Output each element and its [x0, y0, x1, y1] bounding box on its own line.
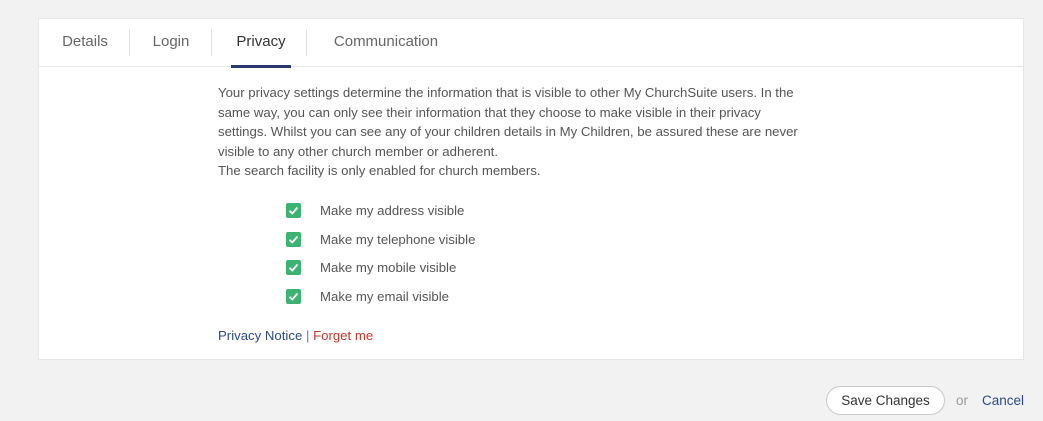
- privacy-description: Your privacy settings determine the info…: [218, 83, 858, 181]
- tab-login[interactable]: Login: [151, 19, 191, 67]
- save-changes-button[interactable]: Save Changes: [826, 386, 945, 415]
- privacy-text-line: same way, you can only see their informa…: [218, 104, 761, 120]
- mobile-visible-option[interactable]: Make my mobile visible: [286, 259, 546, 277]
- privacy-text-line: visible to any other church member or ad…: [218, 143, 499, 159]
- privacy-links: Privacy Notice | Forget me: [218, 327, 373, 345]
- link-separator: |: [305, 328, 310, 343]
- checkbox-checked-icon[interactable]: [286, 260, 301, 275]
- privacy-text-line: settings. Whilst you can see any of your…: [218, 124, 798, 140]
- or-text: or: [956, 393, 969, 408]
- telephone-visible-option[interactable]: Make my telephone visible: [286, 231, 546, 249]
- privacy-text-line: Your privacy settings determine the info…: [218, 85, 794, 100]
- email-visible-option[interactable]: Make my email visible: [286, 288, 546, 306]
- tab-details[interactable]: Details: [61, 19, 109, 67]
- tab-divider: [129, 29, 130, 56]
- tab-privacy[interactable]: Privacy: [231, 19, 291, 68]
- checkbox-checked-icon[interactable]: [286, 231, 301, 247]
- tab-divider: [211, 29, 212, 56]
- option-label: Make my telephone visible: [320, 231, 476, 247]
- tab-divider: [306, 29, 307, 56]
- option-label: Make my address visible: [320, 203, 465, 218]
- cancel-link[interactable]: Cancel: [982, 393, 1024, 408]
- option-label: Make my email visible: [320, 288, 449, 304]
- forget-me-link[interactable]: Forget me: [313, 328, 373, 343]
- option-label: Make my mobile visible: [320, 260, 457, 275]
- address-visible-option[interactable]: Make my address visible: [286, 202, 546, 220]
- checkbox-checked-icon[interactable]: [286, 203, 301, 218]
- tab-bar: Details Login Privacy Communication: [39, 19, 1023, 68]
- privacy-text-line: The search facility is only enabled for …: [218, 163, 541, 179]
- privacy-notice-link[interactable]: Privacy Notice: [218, 328, 302, 343]
- profile-card: Details Login Privacy Communication Your…: [38, 18, 1024, 360]
- checkbox-checked-icon[interactable]: [286, 288, 301, 304]
- tab-communication[interactable]: Communication: [330, 19, 442, 67]
